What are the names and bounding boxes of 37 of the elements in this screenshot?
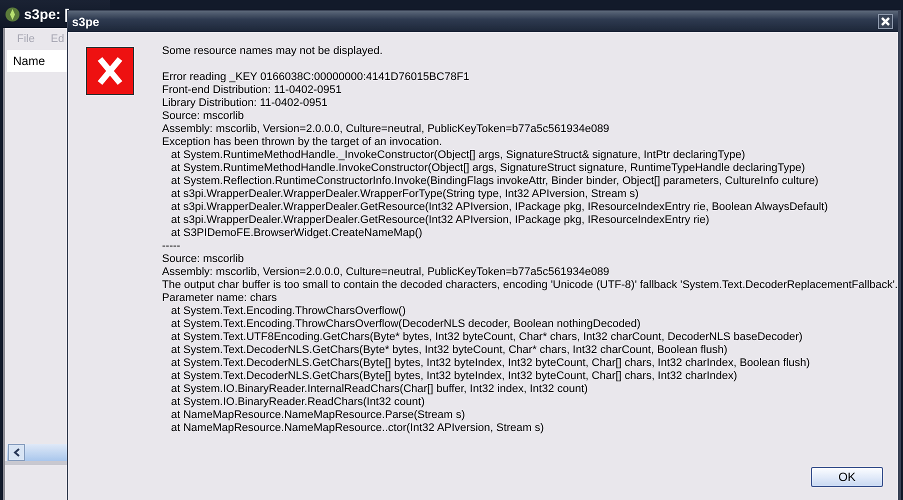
error-detail-line: Exception has been thrown by the target of an invocation.	[162, 136, 444, 149]
error-detail-line: Error reading _KEY 0166038C:00000000:4141D76015BC78F1	[162, 71, 470, 84]
stack-trace-line: at NameMapResource.NameMapResource.Parse(Stream s)	[170, 409, 466, 422]
stack-trace-line: at NameMapResource.NameMapResource..ctor(Int32 APIversion, Stream s)	[170, 422, 545, 435]
close-icon	[880, 16, 891, 27]
stack-trace-line: at System.Text.Encoding.ThrowCharsOverflow(DecoderNLS decoder, Boolean nothingDecoded)	[170, 318, 642, 331]
stack-trace-line: at s3pi.WrapperDealer.WrapperDealer.GetResource(Int32 APIversion, IPackage pkg, IResourceIndexEntry rie, Boolean AlwaysDefault)	[170, 201, 829, 214]
error-detail-line: The output char buffer is too small to contain the decoded characters, encoding 'Unicode (UTF-8)' fallback 'System.Text.DecoderReplacementFallback'.	[162, 279, 898, 292]
error-detail-line: -----	[162, 240, 182, 253]
dialog-title: s3pe	[72, 14, 100, 28]
stack-trace-line: at System.Reflection.RuntimeConstructorInfo.Invoke(BindingFlags invokeAttr, Binder binder, Object[] parameters, CultureInfo culture)	[170, 175, 820, 188]
error-detail-line: Front-end Distribution: 11-0402-0951	[162, 84, 343, 97]
stack-trace-line: at System.IO.BinaryReader.ReadChars(Int32 count)	[170, 396, 426, 409]
error-icon	[86, 47, 134, 95]
stack-trace-line: at s3pi.WrapperDealer.WrapperDealer.WrapperForType(String type, Int32 APIversion, Stream s)	[170, 188, 640, 201]
error-detail-line: Assembly: mscorlib, Version=2.0.0.0, Culture=neutral, PublicKeyToken=b77a5c561934e089	[162, 266, 610, 279]
error-detail-line: Source: mscorlib	[162, 110, 245, 123]
stack-trace-line: at System.IO.BinaryReader.InternalReadChars(Char[] buffer, Int32 index, Int32 count)	[170, 383, 589, 396]
error-detail-line: Library Distribution: 11-0402-0951	[162, 97, 328, 110]
stack-trace-line: at System.RuntimeMethodHandle.InvokeConstructor(Object[] args, SignatureStruct signature, RuntimeTypeHandle declaringType)	[170, 162, 806, 175]
close-button[interactable]	[878, 14, 893, 29]
stack-trace-line: at System.Text.DecoderNLS.GetChars(Byte* bytes, Int32 byteCount, Char* chars, Int32 charCount, Boolean flush)	[170, 344, 728, 357]
scroll-left-button[interactable]	[8, 444, 25, 461]
message-text: Some resource names may not be displayed.	[162, 45, 384, 58]
stack-trace-line: at System.RuntimeMethodHandle._InvokeConstructor(Object[] args, SignatureStruct& signature, IntPtr declaringType)	[170, 149, 746, 162]
stack-trace-line: at System.Text.UTF8Encoding.GetChars(Byte* bytes, Int32 byteCount, Char* chars, Int32 charCount, DecoderNLS baseDecoder)	[170, 331, 804, 344]
stack-trace-line: at System.Text.DecoderNLS.GetChars(Byte[] bytes, Int32 byteIndex, Int32 byteCount, Char[] chars, Int32 charIndex)	[170, 370, 738, 383]
stack-trace-line: at System.Text.DecoderNLS.GetChars(Byte[] bytes, Int32 byteIndex, Int32 byteCount, Char[] chars, Int32 charIndex, Boolean flush)	[170, 357, 811, 370]
error-detail-line: Assembly: mscorlib, Version=2.0.0.0, Culture=neutral, PublicKeyToken=b77a5c561934e089	[162, 123, 610, 136]
ok-button[interactable]: OK	[811, 467, 883, 487]
stack-trace-line: at s3pi.WrapperDealer.WrapperDealer.GetResource(Int32 APIversion, IPackage pkg, IResourceIndexEntry rie)	[170, 214, 710, 227]
chevron-left-icon	[12, 448, 20, 457]
stack-trace-line: at System.Text.Encoding.ThrowCharsOverflow()	[170, 305, 407, 318]
app-icon	[5, 6, 20, 22]
error-detail-line: Source: mscorlib	[162, 253, 245, 266]
error-detail-line: Parameter name: chars	[162, 292, 278, 305]
stack-trace-line: at S3PIDemoFE.BrowserWidget.CreateNameMap()	[170, 227, 424, 240]
